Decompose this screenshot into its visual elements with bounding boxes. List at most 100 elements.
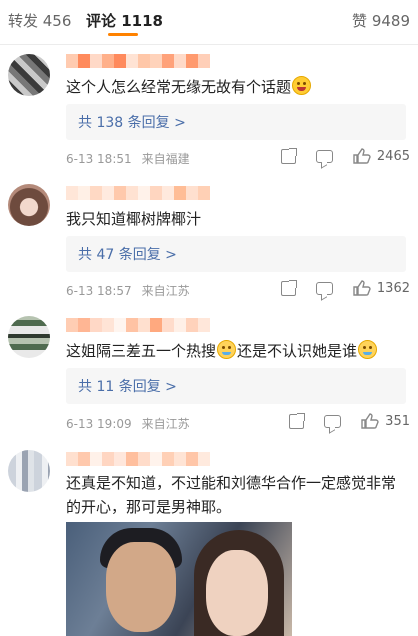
mosaic-block — [138, 318, 150, 332]
comment-meta: 6-13 19:09 来自江苏 — [66, 415, 190, 432]
tab-comment[interactable]: 评论 1118 — [86, 10, 163, 31]
share-icon[interactable] — [280, 279, 297, 296]
mosaic-block — [162, 54, 174, 68]
mosaic-block — [114, 452, 126, 466]
comment-actions: 351 — [269, 412, 410, 429]
mosaic-block — [138, 54, 150, 68]
mosaic-block — [90, 54, 102, 68]
reply-count-link[interactable]: 共 11 条回复 > — [78, 376, 177, 396]
grin-emoji-icon — [292, 76, 312, 95]
mosaic-block — [114, 318, 126, 332]
mosaic-block — [126, 452, 138, 466]
tab-repost[interactable]: 转发 456 — [8, 10, 71, 31]
comment-photo[interactable] — [66, 522, 292, 636]
mosaic-block — [174, 54, 186, 68]
reply-count-link[interactable]: 共 47 条回复 > — [78, 244, 177, 264]
comment-time: 6-13 19:09 — [66, 417, 132, 431]
comment-location: 来自江苏 — [141, 417, 190, 431]
thumbs-up-icon[interactable] — [353, 280, 371, 296]
avatar[interactable] — [8, 316, 50, 358]
mosaic-block — [78, 186, 90, 200]
mosaic-block — [186, 54, 198, 68]
comment-text: 还真是不知道，不过能和刘德华合作一定感觉非常的开心，那可是男神耶。 — [66, 474, 397, 516]
mosaic-block — [150, 186, 162, 200]
mosaic-block — [78, 318, 90, 332]
avatar[interactable] — [8, 54, 50, 96]
like-count: 1362 — [376, 280, 410, 296]
comment-time: 6-13 18:57 — [66, 284, 132, 298]
mosaic-block — [162, 318, 174, 332]
share-icon[interactable] — [280, 147, 297, 164]
mosaic-block — [66, 452, 78, 466]
mosaic-block — [174, 318, 186, 332]
comment-tabs: 转发 456 评论 1118 赞 9489 — [0, 0, 418, 45]
mosaic-block — [150, 54, 162, 68]
comment-text: 这个人怎么经常无缘无故有个话题 — [66, 75, 404, 99]
comment-text: 这姐隔三差五一个热搜 还是不认识她是谁 — [66, 339, 404, 363]
mosaic-block — [138, 452, 150, 466]
like-count: 2465 — [376, 148, 410, 164]
reply-count-link[interactable]: 共 138 条回复 > — [78, 112, 186, 132]
laugh-cry-emoji-icon — [217, 340, 237, 359]
mosaic-block — [126, 186, 138, 200]
avatar[interactable] — [8, 184, 50, 226]
comment-icon[interactable] — [315, 149, 333, 163]
avatar[interactable] — [8, 450, 50, 492]
mosaic-block — [78, 54, 90, 68]
mosaic-block — [66, 318, 78, 332]
like-count: 351 — [385, 413, 410, 429]
comment-item: 我只知道椰树牌椰汁 共 47 条回复 > 6-13 18:57 来自江苏 1362 — [0, 174, 418, 306]
comment-icon[interactable] — [315, 281, 333, 295]
mosaic-block — [90, 318, 102, 332]
mosaic-block — [90, 452, 102, 466]
mosaic-block — [126, 318, 138, 332]
mosaic-block — [138, 186, 150, 200]
mosaic-block — [114, 54, 126, 68]
reply-count-box[interactable]: 共 47 条回复 > — [66, 236, 406, 272]
comment-icon[interactable] — [324, 414, 342, 428]
reply-count-box[interactable]: 共 11 条回复 > — [66, 368, 406, 404]
comment-time: 6-13 18:51 — [66, 152, 132, 166]
mosaic-block — [162, 452, 174, 466]
mosaic-block — [198, 186, 210, 200]
mosaic-block — [90, 186, 102, 200]
comment-item: 这个人怎么经常无缘无故有个话题 共 138 条回复 > 6-13 18:51 来自… — [0, 44, 418, 174]
mosaic-block — [198, 54, 210, 68]
mosaic-block — [102, 186, 114, 200]
comment-item: 这姐隔三差五一个热搜 还是不认识她是谁 共 11 条回复 > 6-13 19:09… — [0, 306, 418, 440]
reply-count-box[interactable]: 共 138 条回复 > — [66, 104, 406, 140]
mosaic-block — [150, 452, 162, 466]
comment-location: 来自福建 — [141, 152, 190, 166]
thumbs-up-icon[interactable] — [361, 413, 379, 429]
mosaic-block — [114, 186, 126, 200]
comment-actions: 1362 — [261, 279, 410, 296]
comment-actions: 2465 — [261, 147, 410, 164]
thumbs-up-icon[interactable] — [353, 148, 371, 164]
username-mosaic[interactable] — [66, 452, 210, 466]
mosaic-block — [186, 318, 198, 332]
mosaic-block — [162, 186, 174, 200]
username-mosaic[interactable] — [66, 54, 210, 68]
comment-text: 我只知道椰树牌椰汁 — [66, 210, 202, 228]
mosaic-block — [66, 186, 78, 200]
share-icon[interactable] — [289, 412, 306, 429]
mosaic-block — [174, 452, 186, 466]
mosaic-block — [198, 452, 210, 466]
comment-location: 来自江苏 — [141, 284, 190, 298]
mosaic-block — [102, 452, 114, 466]
mosaic-block — [150, 318, 162, 332]
mosaic-block — [126, 54, 138, 68]
mosaic-block — [66, 54, 78, 68]
comment-meta: 6-13 18:57 来自江苏 — [66, 282, 190, 299]
mosaic-block — [174, 186, 186, 200]
mosaic-block — [186, 452, 198, 466]
mosaic-block — [78, 452, 90, 466]
username-mosaic[interactable] — [66, 186, 210, 200]
comment-meta: 6-13 18:51 来自福建 — [66, 150, 190, 167]
mosaic-block — [186, 186, 198, 200]
active-tab-indicator — [108, 33, 138, 36]
mosaic-block — [198, 318, 210, 332]
laugh-cry-emoji-icon — [358, 340, 378, 359]
tab-like[interactable]: 赞 9489 — [352, 10, 410, 31]
username-mosaic[interactable] — [66, 318, 210, 332]
